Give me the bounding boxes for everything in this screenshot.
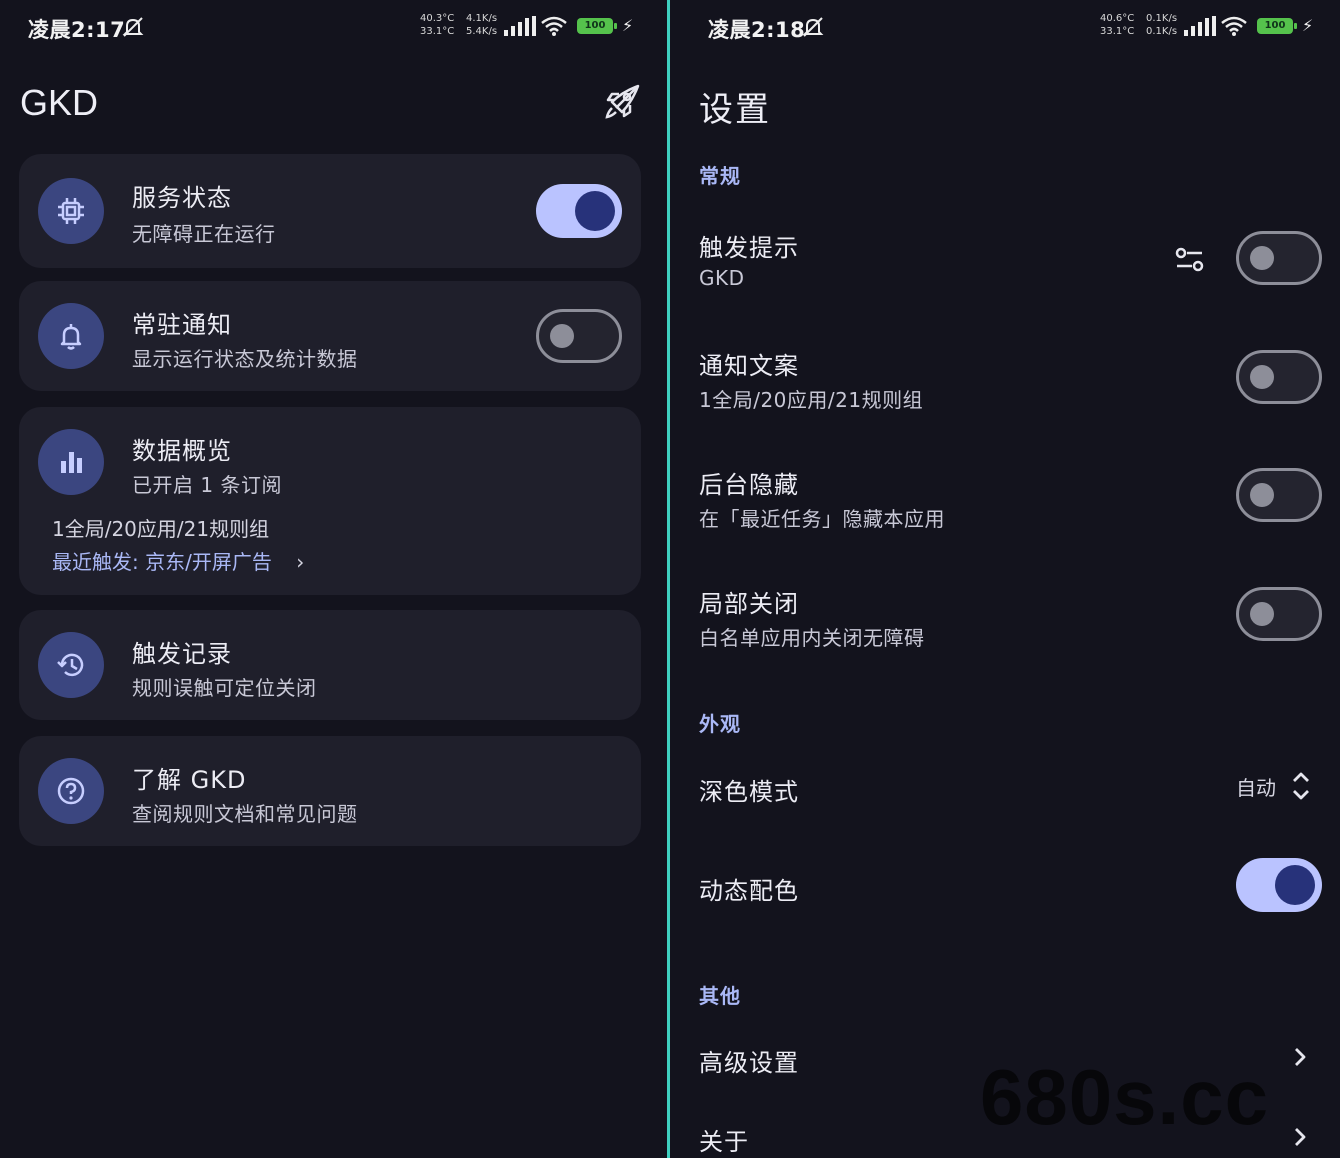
hide-background-switch[interactable] <box>1236 468 1322 522</box>
chevron-right-icon: › <box>296 550 305 574</box>
charging-icon: ⚡ <box>622 16 634 35</box>
rocket-icon[interactable] <box>602 82 642 122</box>
row-title: 局部关闭 <box>699 590 799 618</box>
persistent-notification-card[interactable]: 常驻通知 显示运行状态及统计数据 <box>19 281 641 391</box>
row-subtitle: 白名单应用内关闭无障碍 <box>699 626 925 650</box>
row-title: 后台隐藏 <box>699 471 799 499</box>
bar-chart-icon <box>61 452 82 473</box>
status-bar: 凌晨2:18 40.6°C 33.1°C 0.1K/s 0.1K/s 100 ⚡ <box>670 10 1340 44</box>
cpu-chip-icon <box>58 198 84 224</box>
card-title: 服务状态 <box>132 184 232 212</box>
battery-indicator: 100 <box>1257 18 1297 34</box>
notify-text-switch[interactable] <box>1236 350 1322 404</box>
row-title: 通知文案 <box>699 352 799 380</box>
wifi-icon <box>1221 16 1247 36</box>
cell-signal-icon <box>504 16 536 36</box>
battery-indicator: 100 <box>577 18 617 34</box>
service-status-switch[interactable] <box>536 184 622 238</box>
page-title: 设置 <box>699 90 771 130</box>
row-title: 关于 <box>699 1128 749 1156</box>
charging-icon: ⚡ <box>1302 16 1314 35</box>
history-icon <box>57 653 84 677</box>
row-title: 动态配色 <box>699 877 799 905</box>
icon-circle <box>38 303 104 369</box>
partial-off-switch[interactable] <box>1236 587 1322 641</box>
trigger-tip-switch[interactable] <box>1236 231 1322 285</box>
temperature-readout: 40.6°C 33.1°C <box>1100 13 1135 37</box>
wifi-icon <box>541 16 567 36</box>
section-general: 常规 <box>699 164 741 188</box>
service-status-card[interactable]: 服务状态 无障碍正在运行 <box>19 154 641 268</box>
icon-circle <box>38 758 104 824</box>
card-subtitle: 显示运行状态及统计数据 <box>132 347 358 371</box>
icon-circle <box>38 632 104 698</box>
chevron-right-icon <box>1295 1048 1306 1066</box>
card-subtitle: 规则误触可定位关闭 <box>132 676 317 700</box>
recent-trigger-link[interactable]: 最近触发: 京东/开屏广告 › <box>52 546 304 575</box>
help-circle-icon <box>57 777 85 805</box>
card-title: 数据概览 <box>132 437 232 465</box>
section-other: 其他 <box>699 984 741 1008</box>
home-screen: 凌晨2:17 40.3°C 33.1°C 4.1K/s 5.4K/s 100 ⚡ G… <box>0 0 667 1158</box>
icon-circle <box>38 429 104 495</box>
persistent-notification-switch[interactable] <box>536 309 622 363</box>
status-time: 凌晨2:18 <box>708 18 806 42</box>
status-bar: 凌晨2:17 40.3°C 33.1°C 4.1K/s 5.4K/s 100 ⚡ <box>0 10 667 44</box>
row-subtitle: 1全局/20应用/21规则组 <box>699 388 924 412</box>
settings-screen: 凌晨2:18 40.6°C 33.1°C 0.1K/s 0.1K/s 100 ⚡ 设… <box>670 0 1340 1158</box>
card-title: 触发记录 <box>132 640 232 668</box>
dynamic-color-switch[interactable] <box>1236 858 1322 912</box>
row-title: 触发提示 <box>699 234 799 262</box>
recent-trigger-text: 最近触发: 京东/开屏广告 <box>52 550 272 574</box>
dnd-bell-off-icon <box>122 17 144 37</box>
card-subtitle: 查阅规则文档和常见问题 <box>132 802 358 826</box>
unfold-more-icon[interactable] <box>1290 766 1312 806</box>
dnd-bell-off-icon <box>802 17 824 37</box>
status-time: 凌晨2:17 <box>28 18 126 42</box>
row-subtitle: 在「最近任务」隐藏本应用 <box>699 507 945 531</box>
speed-readout: 0.1K/s 0.1K/s <box>1146 13 1178 37</box>
card-title: 了解 GKD <box>132 766 247 794</box>
cell-signal-icon <box>1184 16 1216 36</box>
tune-settings-icon[interactable] <box>1174 244 1206 276</box>
temperature-readout: 40.3°C 33.1°C <box>420 13 455 37</box>
row-title: 深色模式 <box>699 778 799 806</box>
dark-mode-value[interactable]: 自动 <box>1236 772 1276 801</box>
bell-icon <box>60 324 82 350</box>
trigger-log-card[interactable]: 触发记录 规则误触可定位关闭 <box>19 610 641 720</box>
app-title: GKD <box>20 82 99 123</box>
card-subtitle: 无障碍正在运行 <box>132 222 276 246</box>
data-overview-card[interactable]: 数据概览 已开启 1 条订阅 1全局/20应用/21规则组 最近触发: 京东/开… <box>19 407 641 595</box>
speed-readout: 4.1K/s 5.4K/s <box>466 13 498 37</box>
icon-circle <box>38 178 104 244</box>
section-appearance: 外观 <box>699 712 741 736</box>
watermark: 680s.cc <box>980 1053 1269 1141</box>
card-title: 常驻通知 <box>132 311 232 339</box>
rule-stats: 1全局/20应用/21规则组 <box>52 517 270 541</box>
card-subtitle: 已开启 1 条订阅 <box>132 473 282 497</box>
about-gkd-card[interactable]: 了解 GKD 查阅规则文档和常见问题 <box>19 736 641 846</box>
row-subtitle: GKD <box>699 266 745 290</box>
row-title: 高级设置 <box>699 1049 799 1077</box>
chevron-right-icon <box>1295 1128 1306 1146</box>
